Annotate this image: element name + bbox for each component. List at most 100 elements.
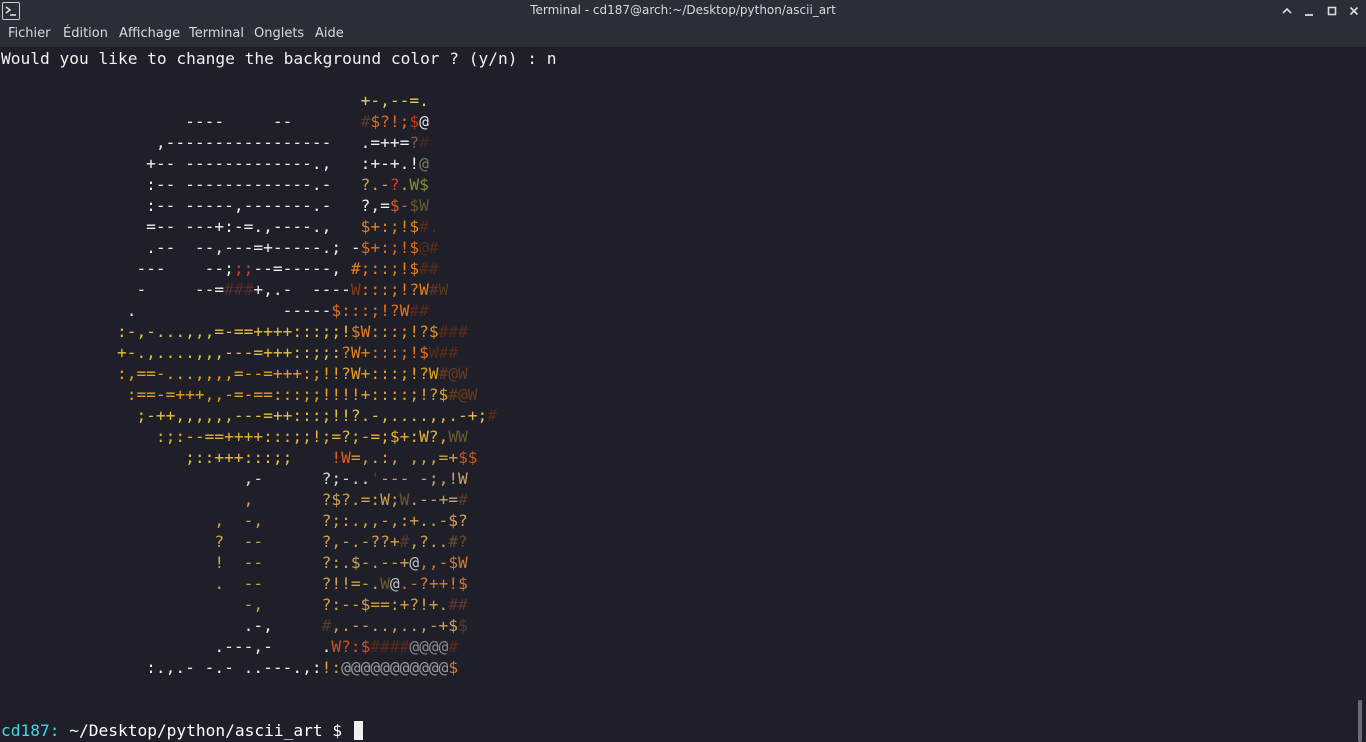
menu-onglets[interactable]: Onglets [254,26,304,41]
ascii-art-line: .---,- .W?:$####@@@@# [0,636,497,657]
ascii-art-segment: # [458,490,468,509]
ascii-art-segment: # [399,532,410,551]
ascii-art-segment: ,- ?;-.. [0,469,371,488]
ascii-art-segment: !: [321,658,342,677]
ascii-art-segment: +-.,....,,,---=+++::;;: [0,343,342,362]
ascii-art-segment: # [360,112,371,131]
ascii-art-segment: ## [448,595,468,614]
ascii-art-segment: ## [409,301,429,320]
ascii-art-line: :-,-...,,,=-==++++:::;;!$W:::;!?$### [0,321,497,342]
terminal-output[interactable]: Would you like to change the background … [0,48,1354,742]
ascii-art-line: - --=###+,.- ----W:::;!?W#W [0,279,497,300]
ascii-art-segment: ,?.. [409,532,449,551]
text-cursor [353,721,363,740]
ascii-art: +-,--=. ---- -- #$?!;$@ ,---------------… [0,90,497,678]
ascii-art-line: ;::+++:::;; !W=,.:, ,,,=+$$ [0,447,497,468]
ascii-art-segment: :,==-...,,,,=--=+++:;!!?W+:::;!?W [0,364,439,383]
ascii-art-line: , -, ?;:.,,-,:+..-$? [0,510,497,531]
ascii-art-segment: ? -- ?,-.-??+ [0,532,400,551]
ascii-art-segment: ,,-$W [419,553,468,572]
ascii-art-segment: ! -- ?:.$-.--+ [0,553,410,572]
ascii-art-segment: :==-=+++,,-=-==:::;;!!!!+::::;!?$ [0,385,449,404]
ascii-art-segment: #### [370,637,410,656]
prompt-path: ~/Desktop/python/ascii_art $ [59,721,352,740]
ascii-art-segment: .-?++!$ [399,574,468,593]
menu-fichier[interactable]: Fichier [8,26,51,41]
menu-affichage[interactable]: Affichage [119,26,180,41]
ascii-art-segment: @@@@@@@@@@@ [341,658,449,677]
ascii-art-segment: , ?$?.=:W; [0,490,400,509]
ascii-art-segment: :-,-...,,,=-==++++:::;;! [0,322,351,341]
ascii-art-line: +-,--=. [0,90,497,111]
close-icon[interactable] [1345,2,1363,20]
ascii-art-line: --- --;;;--=-----, #;::;!$## [0,258,497,279]
ascii-art-segment: =,.:, ,,,=+ [350,448,459,467]
ascii-art-segment: ### [438,322,468,341]
ascii-art-segment: =-- ---+:-=.,----., [0,217,361,236]
ascii-art-segment: :-- -------------.- [0,175,361,194]
ascii-art-segment: ;; [233,259,254,278]
ascii-art-segment: - --= [0,280,225,299]
ascii-art-line: , ?$?.=:W;W.--+=# [0,489,497,510]
prompt-question: Would you like to change the background … [1,49,557,68]
ascii-art-segment: --- --; [0,259,234,278]
ascii-art-line: . -- ?!!=-.W@.-?++!$ [0,573,497,594]
ascii-art-line: ,- ?;-..'--- -;,!W [0,468,497,489]
scrollbar-thumb[interactable] [1358,700,1362,742]
ascii-art-segment: , -, ?;:.,,-,:+..-$? [0,511,468,530]
shell-prompt[interactable]: cd187: ~/Desktop/python/ascii_art $ [1,720,363,741]
ascii-art-segment: WW [448,427,468,446]
ascii-art-segment: ' [370,469,381,488]
ascii-art-segment: .-, [0,616,322,635]
ascii-art-line: +-.,....,,,---=+++::;;:?W+:::;!$W## [0,342,497,363]
ascii-art-segment: :::;!?$ [370,322,439,341]
ascii-art-segment: +,.- ---- [253,280,351,299]
ascii-art-segment: .--+= [409,490,459,509]
ascii-art-line: ---- -- #$?!;$@ [0,111,497,132]
ascii-art-segment: W [350,280,361,299]
menu-aide[interactable]: Aide [315,26,344,41]
ascii-art-line: :-- -----,-------.- ?,=$-$W [0,195,497,216]
ascii-art-segment: +-- -------------., :+-+.! [0,154,420,173]
menu-edition[interactable]: Édition [63,26,108,41]
ascii-art-segment: #@W [448,385,478,404]
ascii-art-segment: ,.--..,..,-+$ [331,616,459,635]
ascii-art-segment: ;::+++:::;; [0,448,332,467]
ascii-art-line: ,----------------- .=++=?# [0,132,497,153]
ascii-art-segment: @ [409,553,420,572]
ascii-art-line: . -----$:::;!?W## [0,300,497,321]
ascii-art-segment: W$ [409,175,429,194]
ascii-art-segment: -, ?:--$==:+?!+. [0,595,449,614]
ascii-art-segment: ?W+ [341,343,371,362]
menu-terminal[interactable]: Terminal [189,26,244,41]
ascii-art-segment: W?:$ [331,637,371,656]
prompt-user: cd187: [1,721,60,740]
ascii-art-segment: ### [224,280,254,299]
ascii-art-segment: :::;!?W [360,280,429,299]
ascii-art-segment: # [487,406,498,425]
ascii-art-segment: . [399,175,410,194]
ascii-art-segment: :.,.- -.- ..---.,: [0,658,322,677]
maximize-icon[interactable] [1323,2,1341,20]
ascii-art-line: :;:--==++++:::;;!;=?;-=;$+:W?,WW [0,426,497,447]
ascii-art-segment: #W [428,280,449,299]
scrollbar[interactable] [1354,48,1366,742]
ascii-art-segment: #@W [438,364,468,383]
ascii-art-segment: # [321,616,332,635]
chevron-up-icon[interactable] [1278,2,1296,20]
ascii-art-line: .-, #,.--..,..,-+$$ [0,615,497,636]
ascii-art-segment: --=-----, [253,259,351,278]
ascii-art-segment: # [419,133,429,152]
ascii-art-segment: W [380,574,390,593]
ascii-art-segment: $+:;!$ [360,217,420,236]
ascii-art-segment: $+:;!$ [360,238,420,257]
ascii-art-segment: !W [331,448,351,467]
title-bar[interactable]: Terminal - cd187@arch:~/Desktop/python/a… [0,0,1366,22]
ascii-art-segment: #? [448,532,468,551]
ascii-art-line: -, ?:--$==:+?!+.## [0,594,497,615]
ascii-art-segment: $W [350,322,371,341]
ascii-art-segment: :::;!$ [370,343,429,362]
minimize-icon[interactable] [1300,2,1318,20]
ascii-art-segment: @@@@ [409,637,449,656]
ascii-art-line: ? -- ?,-.-??+#,?..#? [0,531,497,552]
